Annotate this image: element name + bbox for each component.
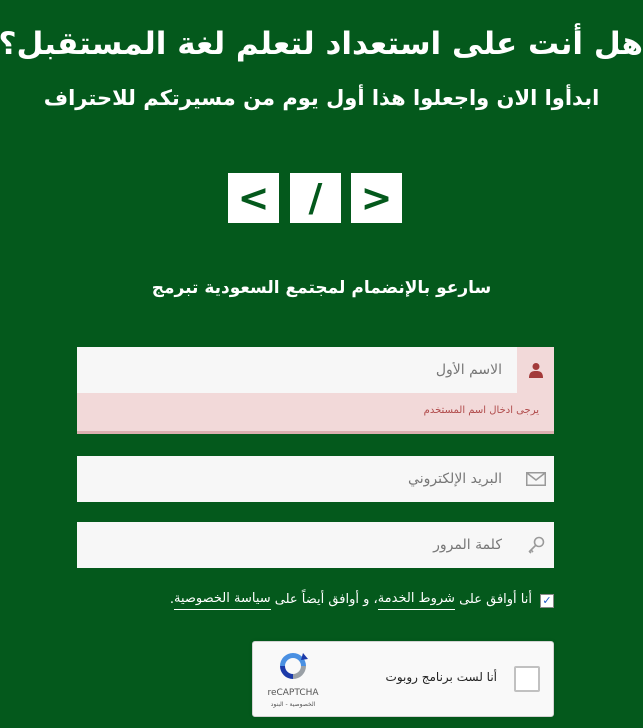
page-subtitle: ابدأوا الان واجعلوا هذا أول يوم من مسيرت… (43, 86, 600, 110)
terms-text-part2: ، و أوافق أيضاً على (274, 591, 378, 607)
recaptcha-privacy-terms-links[interactable]: الخصوصية - البنود (253, 701, 333, 708)
first-name-error-message: يرجى ادخال اسم المستخدم (423, 405, 539, 416)
user-icon (517, 347, 554, 393)
password-field[interactable] (77, 522, 554, 568)
page-title: هل أنت على استعداد لتعلم لغة المستقبل؟ (0, 26, 643, 62)
recaptcha-brand-name: reCAPTCHA (267, 688, 319, 698)
password-input[interactable] (102, 522, 502, 568)
code-logo: < / > (228, 173, 402, 223)
envelope-icon (517, 456, 554, 502)
terms-of-service-link[interactable]: شروط الخدمة (377, 591, 455, 610)
email-input[interactable] (102, 456, 502, 502)
logo-box-left: < (228, 173, 279, 223)
recaptcha-logo-icon (280, 653, 308, 679)
terms-text-part1: أنا أوافق على (459, 591, 532, 607)
terms-checkbox[interactable]: ✓ (540, 593, 554, 608)
first-name-field[interactable] (77, 347, 554, 393)
recaptcha-label: أنا لست برنامج روبوت (385, 670, 497, 684)
logo-box-middle: / (290, 173, 341, 223)
email-field[interactable] (77, 456, 554, 502)
recaptcha-widget: أنا لست برنامج روبوت reCAPTCHA الخصوصية … (252, 641, 554, 717)
logo-box-right: > (351, 173, 402, 223)
terms-agreement: ✓ أنا أوافق على شروط الخدمة ، و أوافق أيض… (170, 591, 554, 610)
first-name-input[interactable] (102, 347, 502, 393)
privacy-policy-link[interactable]: سياسة الخصوصية (173, 591, 271, 610)
recaptcha-checkbox[interactable] (514, 666, 540, 692)
terms-text-end: . (169, 591, 174, 607)
key-icon (517, 522, 554, 568)
join-heading: سارعو بالإنضمام لمجتمع السعودية تبرمج (151, 278, 492, 298)
recaptcha-brand: reCAPTCHA الخصوصية - البنود (253, 650, 333, 708)
